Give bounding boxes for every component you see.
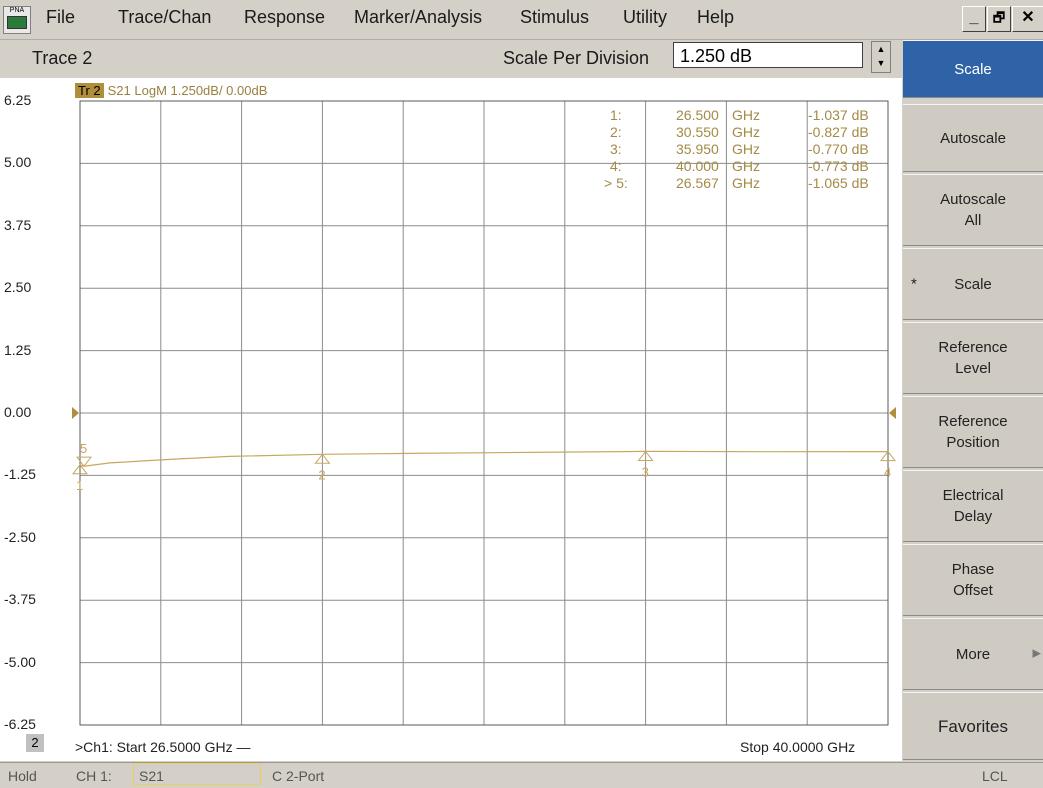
- marker-value: -0.773 dB: [808, 158, 869, 174]
- y-tick-label: 3.75: [4, 216, 32, 233]
- marker-id: 4:: [610, 158, 622, 174]
- spin-down-icon[interactable]: ▼: [872, 56, 890, 70]
- close-button[interactable]: ✕: [1012, 6, 1043, 32]
- menu-bar: PNA File Trace/Chan Response Marker/Anal…: [0, 0, 1043, 40]
- y-tick-label: 6.25: [4, 92, 32, 108]
- trace-format-text: S21 LogM 1.250dB/ 0.00dB: [107, 83, 268, 98]
- marker-unit: GHz: [732, 158, 760, 174]
- selected-star-icon: *: [911, 275, 917, 293]
- app-icon-label: PNA: [9, 7, 25, 14]
- marker-id-active: > 5:: [604, 175, 628, 191]
- scale-per-division-input[interactable]: 1.250 dB: [673, 42, 863, 68]
- softkey-electrical-delay[interactable]: Electrical Delay: [903, 470, 1043, 542]
- trace-tag[interactable]: Tr 2 S21 LogM 1.250dB/ 0.00dB: [75, 83, 267, 98]
- marker-unit: GHz: [732, 107, 760, 123]
- softkey-label: Autoscale All: [940, 191, 1006, 229]
- menu-utility[interactable]: Utility: [623, 7, 667, 28]
- marker-freq: 35.950: [676, 141, 719, 157]
- status-remote: LCL: [982, 768, 1008, 784]
- softkey-label: Autoscale: [940, 129, 1006, 147]
- softkey-autoscale[interactable]: Autoscale: [903, 104, 1043, 172]
- minimize-button[interactable]: _: [962, 6, 986, 32]
- softkey-phase-offset[interactable]: Phase Offset: [903, 544, 1043, 616]
- softkey-label: Scale: [954, 275, 992, 293]
- softkey-label: Scale: [954, 60, 992, 78]
- marker-value: -1.065 dB: [808, 175, 869, 191]
- softkey-reference-level[interactable]: Reference Level: [903, 322, 1043, 394]
- softkey-label: Favorites: [938, 716, 1008, 736]
- softkey-scale-header[interactable]: Scale: [903, 40, 1043, 98]
- softkey-label: Reference Level: [938, 339, 1008, 377]
- marker-freq: 26.567: [676, 175, 719, 191]
- y-tick-label: 1.25: [4, 341, 32, 358]
- marker-id: 2:: [610, 124, 622, 140]
- pna-app-icon[interactable]: PNA: [3, 6, 31, 34]
- measurement-plot[interactable]: [0, 78, 902, 761]
- y-tick-label: -1.25: [4, 466, 36, 483]
- y-tick-label: 0.00: [4, 404, 32, 420]
- marker-freq: 26.500: [676, 107, 719, 123]
- menu-trace-chan[interactable]: Trace/Chan: [118, 7, 211, 28]
- marker-freq: 40.000: [676, 158, 719, 174]
- marker-id: 3:: [610, 141, 622, 157]
- softkey-label: Electrical Delay: [942, 487, 1004, 525]
- softkey-scale[interactable]: * Scale: [903, 248, 1043, 320]
- marker-value: -1.037 dB: [808, 107, 869, 123]
- trace-title: Trace 2: [32, 48, 93, 68]
- status-calibration: C 2-Port: [272, 768, 325, 784]
- status-channel: CH 1:: [76, 768, 112, 784]
- trace-number-badge: Tr 2: [75, 83, 104, 98]
- softkey-label: Reference Position: [938, 413, 1008, 451]
- softkey-reference-position[interactable]: Reference Position: [903, 396, 1043, 468]
- marker-value: -0.770 dB: [808, 141, 869, 157]
- menu-response[interactable]: Response: [244, 7, 325, 28]
- stop-frequency[interactable]: Stop 40.0000 GHz: [740, 739, 855, 755]
- y-tick-label: -2.50: [4, 528, 36, 545]
- marker-unit: GHz: [732, 124, 760, 140]
- measurement-highlight: [133, 763, 261, 785]
- menu-stimulus[interactable]: Stimulus: [520, 7, 589, 28]
- start-frequency[interactable]: >Ch1: Start 26.5000 GHz —: [75, 739, 250, 755]
- y-tick-label: -5.00: [4, 653, 36, 670]
- menu-help[interactable]: Help: [697, 7, 734, 28]
- marker-unit: GHz: [732, 141, 760, 157]
- menu-marker-analysis[interactable]: Marker/Analysis: [354, 7, 482, 28]
- channel-badge[interactable]: 2: [26, 734, 44, 752]
- restore-button[interactable]: 🗗: [987, 6, 1011, 32]
- marker-value: -0.827 dB: [808, 124, 869, 140]
- marker-unit: GHz: [732, 175, 760, 191]
- more-arrow-icon: ▶: [1032, 647, 1041, 660]
- softkey-label: Phase Offset: [951, 561, 995, 599]
- softkey-more[interactable]: More ▶: [903, 618, 1043, 690]
- y-tick-label: 5.00: [4, 154, 32, 171]
- status-mode: Hold: [8, 768, 37, 784]
- marker-freq: 30.550: [676, 124, 719, 140]
- softkey-autoscale-all[interactable]: Autoscale All: [903, 174, 1043, 246]
- softkey-favorites[interactable]: Favorites: [903, 692, 1043, 760]
- spin-up-icon[interactable]: ▲: [872, 42, 890, 56]
- monitor-icon: [7, 16, 27, 29]
- y-tick-label: -3.75: [4, 591, 36, 608]
- scale-spin-buttons[interactable]: ▲ ▼: [871, 41, 891, 73]
- scale-per-division-label: Scale Per Division: [503, 48, 650, 68]
- softkey-label: More: [955, 645, 991, 663]
- y-tick-label: -6.25: [4, 716, 36, 732]
- marker-id: 1:: [610, 107, 622, 123]
- y-tick-label: 2.50: [4, 279, 32, 296]
- menu-file[interactable]: File: [46, 7, 75, 28]
